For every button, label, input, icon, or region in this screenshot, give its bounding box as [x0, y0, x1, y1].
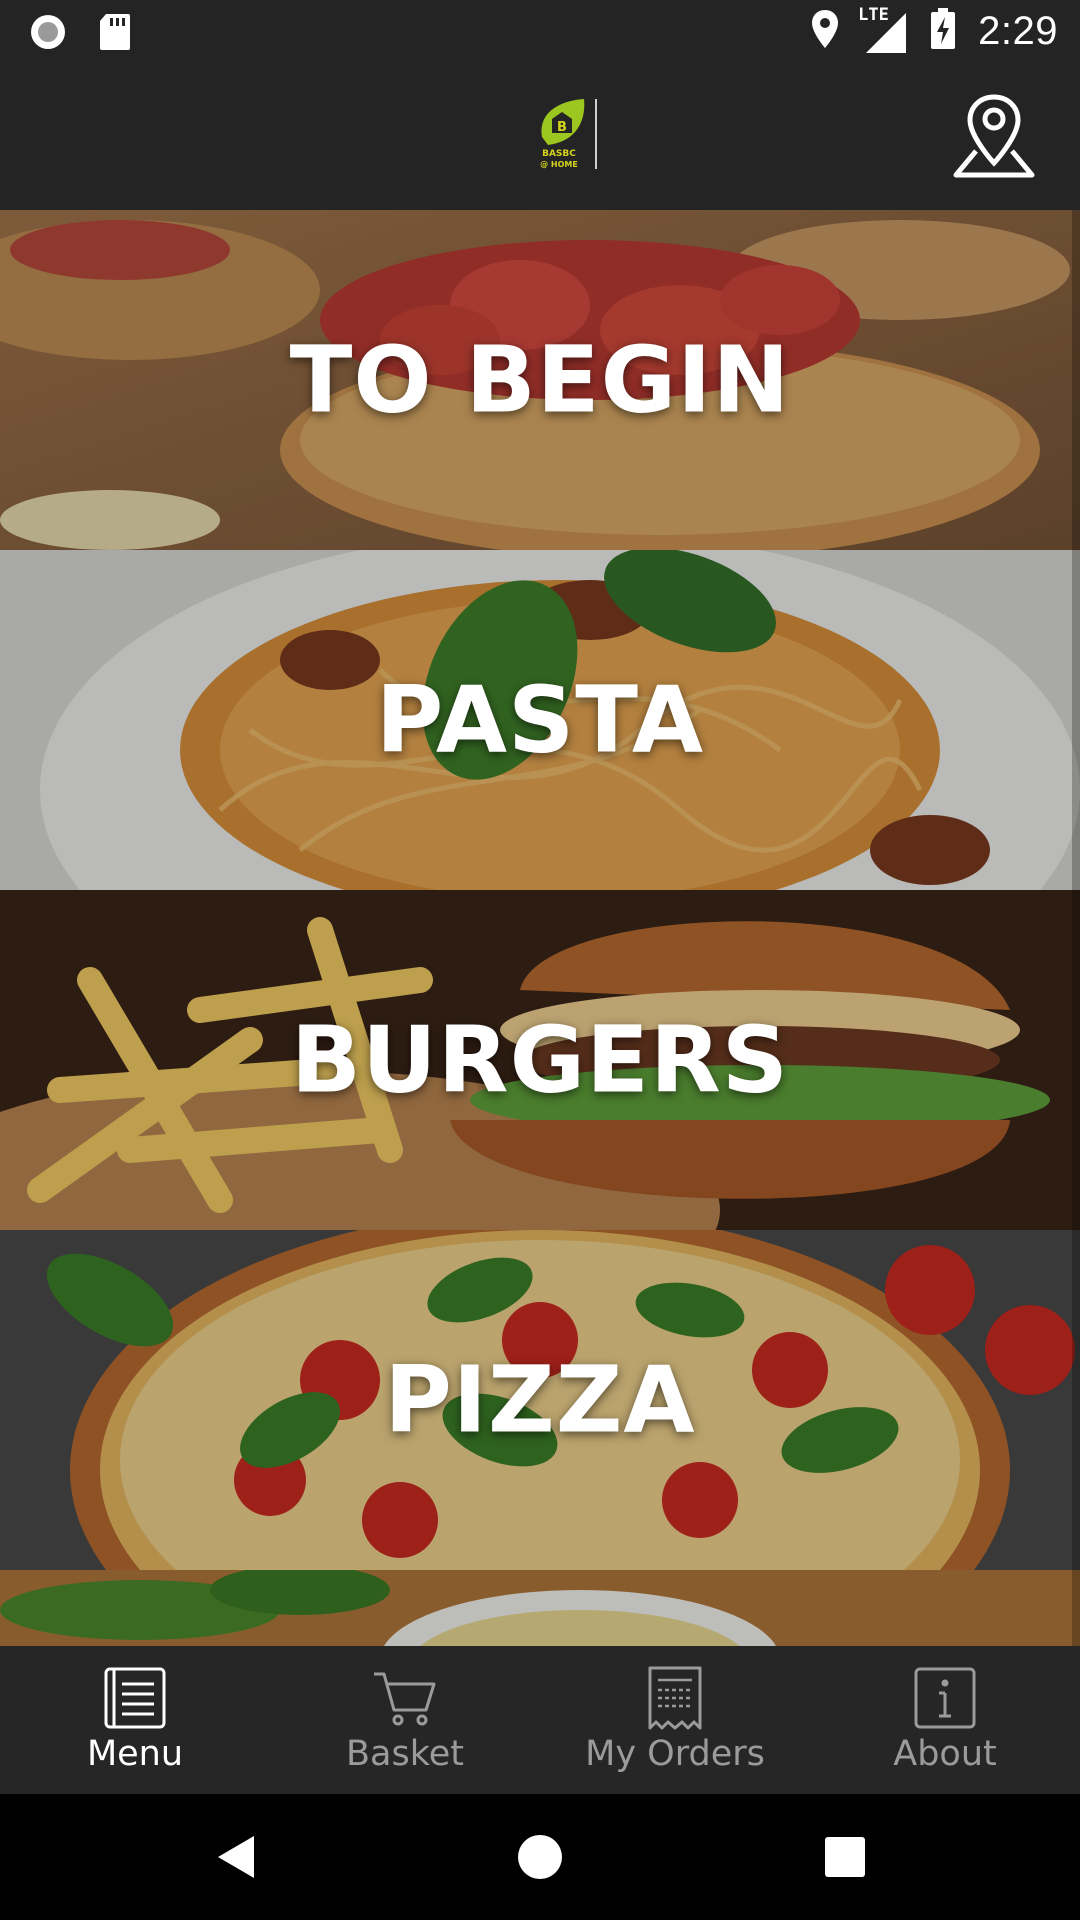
brand-logo-icon: B BASBC @ HOME — [532, 97, 600, 171]
lte-signal-icon: LTE — [858, 5, 908, 55]
system-nav-bar — [0, 1794, 1080, 1920]
record-icon — [28, 12, 68, 57]
app-header: B BASBC @ HOME — [0, 63, 1080, 210]
battery-charging-icon — [930, 8, 956, 55]
category-card-pizza[interactable]: PIZZA — [0, 1230, 1080, 1570]
sd-card-icon — [98, 12, 132, 57]
nav-label: Menu — [86, 1734, 184, 1774]
basket-cart-icon — [374, 1672, 436, 1726]
back-triangle-icon — [218, 1836, 254, 1878]
svg-text:@ HOME: @ HOME — [540, 160, 578, 169]
image-overlay — [0, 1570, 1080, 1646]
category-card-next[interactable] — [0, 1570, 1080, 1646]
list-scroll-edge — [1072, 210, 1080, 1646]
store-location-button[interactable] — [952, 93, 1036, 179]
nav-label: My Orders — [585, 1734, 765, 1774]
category-label: TO BEGIN — [289, 326, 791, 434]
home-button[interactable] — [515, 1832, 565, 1882]
location-pin-icon — [810, 8, 840, 55]
menu-list-icon — [104, 1667, 166, 1729]
nav-item-about[interactable]: About — [810, 1646, 1080, 1794]
svg-text:B: B — [557, 120, 567, 135]
category-card-pasta[interactable]: PASTA — [0, 550, 1080, 890]
nav-item-basket[interactable]: Basket — [270, 1646, 540, 1794]
category-card-to-begin[interactable]: TO BEGIN — [0, 210, 1080, 550]
category-label: PASTA — [375, 666, 705, 774]
nav-item-my-orders[interactable]: My Orders — [540, 1646, 810, 1794]
recents-button[interactable] — [820, 1832, 870, 1882]
receipt-icon — [648, 1666, 702, 1730]
category-label: PIZZA — [384, 1346, 696, 1454]
nav-label: Basket — [346, 1734, 464, 1774]
info-icon — [914, 1667, 976, 1729]
status-bar: LTE 2:29 — [0, 0, 1080, 63]
category-card-burgers[interactable]: BURGERS — [0, 890, 1080, 1230]
map-location-icon — [953, 94, 1035, 178]
status-time: 2:29 — [978, 9, 1058, 53]
nav-item-menu[interactable]: Menu — [0, 1646, 270, 1794]
category-list[interactable]: TO BEGIN PASTA BURGERS PIZZA — [0, 210, 1080, 1646]
home-circle-icon — [518, 1835, 562, 1879]
recents-square-icon — [825, 1837, 865, 1877]
svg-text:BASBC: BASBC — [542, 149, 576, 159]
network-type-label: LTE — [858, 4, 889, 25]
bottom-nav: Menu Basket My Orders About — [0, 1646, 1080, 1794]
nav-label: About — [893, 1734, 997, 1774]
back-button[interactable] — [212, 1832, 262, 1882]
category-label: BURGERS — [290, 1006, 790, 1114]
